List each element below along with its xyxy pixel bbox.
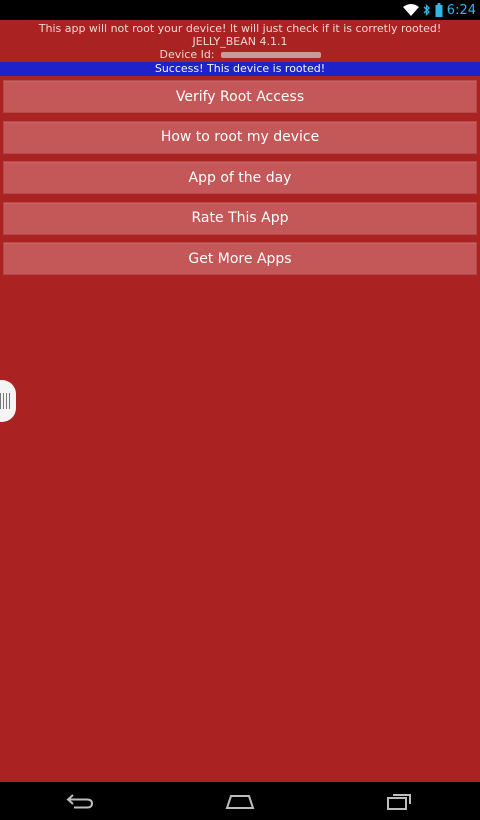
device-id-row: Device Id: (0, 48, 480, 61)
get-more-apps-button[interactable]: Get More Apps (3, 242, 477, 275)
battery-icon (435, 3, 443, 17)
how-to-root-button[interactable]: How to root my device (3, 120, 477, 154)
back-icon[interactable] (50, 786, 110, 816)
rate-this-app-button[interactable]: Rate This App (3, 201, 477, 235)
clock: 6:24 (446, 2, 476, 18)
device-id-redacted (220, 51, 321, 58)
status-bar: 6:24 (0, 0, 480, 20)
app-of-the-day-button[interactable]: App of the day (3, 161, 477, 194)
navigation-bar (0, 782, 480, 820)
wifi-icon (402, 4, 419, 16)
success-banner: Success! This device is rooted! (0, 62, 480, 76)
verify-root-access-button[interactable]: Verify Root Access (3, 80, 477, 113)
button-list: Verify Root Access How to root my device… (0, 76, 480, 275)
os-version-text: JELLY_BEAN 4.1.1 (192, 35, 288, 48)
bluetooth-icon (423, 4, 431, 16)
side-drawer-handle[interactable] (0, 380, 16, 422)
home-icon[interactable] (210, 786, 270, 816)
handle-grip-icon (0, 393, 10, 409)
app-screen: This app will not root your device! It w… (0, 20, 480, 782)
disclaimer-text: This app will not root your device! It w… (38, 22, 442, 35)
recent-apps-icon[interactable] (370, 786, 430, 816)
device-id-label: Device Id: (159, 48, 215, 61)
